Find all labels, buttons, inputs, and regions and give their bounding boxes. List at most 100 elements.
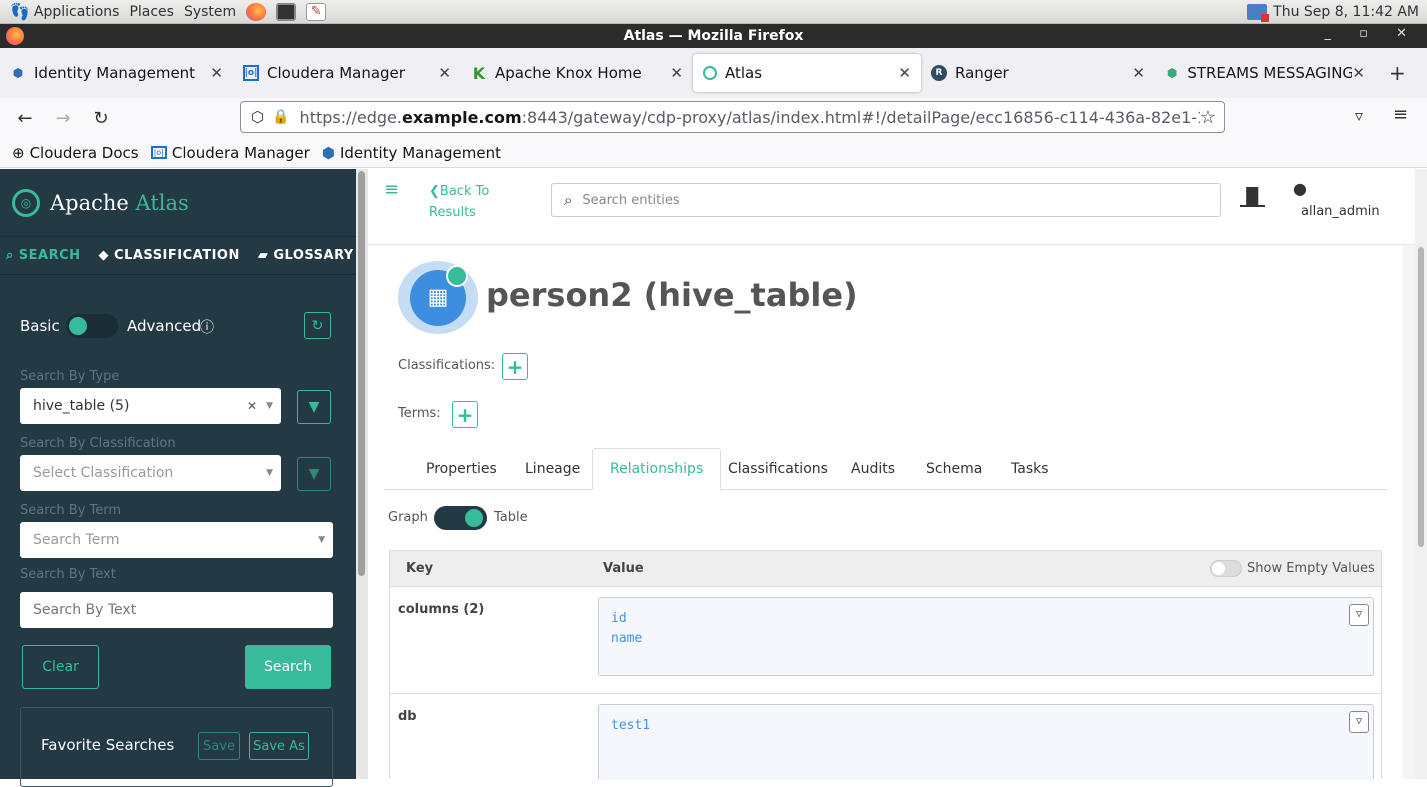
bookmark-cloudera-docs[interactable]: ⊕ Cloudera Docs (12, 144, 139, 162)
firefox-launcher-icon[interactable] (246, 2, 267, 21)
tab-label: Identity Management (34, 64, 196, 82)
search-text-input[interactable] (20, 592, 333, 628)
type-select[interactable]: hive_table (5) ✕ ▼ (20, 388, 281, 424)
table-row: columns (2) id name ▽ (390, 587, 1381, 694)
search-icon: ⌕ (6, 248, 14, 263)
close-icon[interactable]: ✕ (1132, 64, 1145, 82)
lock-icon[interactable]: 🔒 (272, 109, 289, 125)
column-link-name[interactable]: name (611, 629, 1361, 649)
user-icon[interactable]: ● (1293, 179, 1307, 198)
graph-label: Graph (388, 510, 428, 525)
places-menu[interactable]: Places (129, 4, 174, 20)
tab-label: STREAMS MESSAGING M (1187, 64, 1353, 82)
tab-relationships[interactable]: Relationships (592, 448, 722, 490)
chevron-down-icon[interactable]: ▽ (1349, 711, 1369, 733)
classification-select[interactable]: Select Classification ▼ (20, 455, 281, 491)
tab-schema[interactable]: Schema (909, 448, 999, 490)
chevron-down-icon[interactable]: ▽ (1349, 604, 1369, 626)
tab-audits-label: Audits (851, 461, 896, 477)
tab-apache-knox-home[interactable]: K Apache Knox Home ✕ (461, 54, 693, 92)
search-icon: ⌕ (564, 191, 573, 209)
reload-icon[interactable]: ↻ (90, 108, 112, 129)
clear-button[interactable]: Clear (22, 645, 99, 689)
tab-search[interactable]: ⌕ SEARCH (6, 248, 81, 263)
tab-glossary[interactable]: ▰ GLOSSARY (258, 248, 354, 263)
tab-classifications[interactable]: Classifications (711, 448, 845, 490)
clock[interactable]: Thu Sep 8, 11:42 AM (1247, 3, 1419, 22)
applications-label: Applications (33, 3, 120, 20)
back-to-results-link[interactable]: ❮Back To Results (429, 181, 489, 223)
tab-audits[interactable]: Audits (834, 448, 912, 490)
basic-advanced-toggle[interactable] (66, 314, 118, 338)
global-search-box[interactable]: ⌕ Search entities (551, 183, 1221, 217)
main-scrollbar[interactable] (1415, 169, 1427, 779)
add-term-button[interactable]: + (452, 401, 478, 428)
statistics-icon[interactable]: ▐▌ (1240, 189, 1265, 207)
window-title: Atlas — Mozilla Firefox (623, 28, 804, 44)
forward-arrow-icon[interactable]: → (52, 108, 74, 129)
close-icon[interactable]: ✕ (670, 64, 683, 82)
bookmark-star-icon[interactable]: ☆ (1200, 107, 1216, 128)
url-text: https://edge.example.com:8443/gateway/cd… (299, 107, 1200, 127)
save-as-button[interactable]: Save As (249, 732, 309, 760)
close-icon[interactable]: ✕ (1352, 64, 1365, 82)
clear-x-icon[interactable]: ✕ (247, 399, 257, 413)
tab-tasks[interactable]: Tasks (994, 448, 1066, 490)
sidebar-scrollbar[interactable] (356, 169, 368, 779)
sidebar-tabs: ⌕ SEARCH ◆ CLASSIFICATION ▰ GLOSSARY (0, 237, 356, 275)
system-top-bar: 👣 Applications Places System ✎ Thu Sep 8… (0, 0, 1427, 24)
applications-menu[interactable]: 👣 Applications (10, 2, 119, 21)
tab-properties[interactable]: Properties (409, 448, 514, 490)
tab-identity-management[interactable]: ⬢ Identity Management ✕ (0, 54, 233, 92)
graph-table-toggle[interactable] (434, 506, 487, 530)
search-button[interactable]: Search (245, 645, 331, 689)
column-link-id[interactable]: id (611, 609, 1361, 629)
show-empty-toggle[interactable] (1210, 560, 1242, 577)
classification-filter-button[interactable]: ▼ (297, 457, 331, 491)
ranger-icon: R (931, 65, 947, 81)
value-column-header: Value (603, 561, 644, 576)
window-controls[interactable]: _ ▫ ✕ (1325, 26, 1419, 41)
row-key: db (398, 709, 417, 724)
term-select[interactable]: Search Term ▼ (20, 522, 333, 558)
main-scrollbar-thumb[interactable] (1418, 247, 1424, 547)
tab-streams-messaging[interactable]: ⬢ STREAMS MESSAGING M ✕ (1155, 54, 1375, 92)
save-button[interactable]: Save (198, 732, 240, 760)
hamburger-menu-icon[interactable]: ≡ (1393, 104, 1408, 125)
network-icon (1247, 3, 1270, 22)
help-icon[interactable]: ⓘ (200, 317, 214, 337)
hamburger-icon[interactable]: ≡ (384, 179, 399, 200)
url-bar[interactable]: ⬡ 🔒 https://edge.example.com:8443/gatewa… (240, 101, 1225, 133)
terminal-launcher-icon[interactable] (276, 2, 297, 21)
text-editor-launcher-icon[interactable]: ✎ (306, 2, 327, 21)
close-icon[interactable]: ✕ (898, 64, 911, 82)
new-tab-button[interactable]: + (1389, 61, 1406, 85)
favorite-searches-panel: Favorite Searches Save Save As (20, 707, 333, 787)
basic-label: Basic (20, 317, 60, 335)
tab-atlas[interactable]: Atlas ✕ (693, 54, 921, 92)
back-arrow-icon[interactable]: ← (14, 108, 36, 129)
sidebar-scrollbar-thumb[interactable] (358, 171, 365, 576)
window-title-bar: Atlas — Mozilla Firefox _ ▫ ✕ (0, 24, 1427, 48)
pocket-icon[interactable]: ▿ (1355, 106, 1363, 125)
shield-icon[interactable]: ⬡ (251, 108, 264, 126)
main-header: ≡ ❮Back To Results ⌕ Search entities ▐▌ … (368, 169, 1415, 245)
add-classification-button[interactable]: + (502, 353, 528, 380)
tab-ranger[interactable]: R Ranger ✕ (921, 54, 1155, 92)
close-icon[interactable]: ✕ (210, 64, 223, 82)
tab-classification[interactable]: ◆ CLASSIFICATION (99, 248, 240, 263)
close-icon[interactable]: ✕ (438, 64, 451, 82)
bookmark-cloudera-manager[interactable]: |o| Cloudera Manager (150, 144, 310, 162)
tab-cloudera-manager[interactable]: |o| Cloudera Manager ✕ (233, 54, 461, 92)
tab-lineage[interactable]: Lineage (508, 448, 597, 490)
entity-title: person2 (hive_table) (486, 276, 858, 314)
refresh-button[interactable]: ↻ (304, 312, 331, 339)
system-menu[interactable]: System (184, 4, 236, 20)
type-filter-button[interactable]: ▼ (297, 390, 331, 424)
user-name[interactable]: allan_admin (1301, 204, 1380, 219)
tab-tasks-label: Tasks (1011, 461, 1049, 477)
atlas-brand[interactable]: Apache Atlas (50, 191, 189, 215)
classification-placeholder: Select Classification (33, 465, 174, 481)
bookmark-identity-management[interactable]: ⬢ Identity Management (322, 144, 501, 162)
db-link-test1[interactable]: test1 (611, 716, 1361, 736)
